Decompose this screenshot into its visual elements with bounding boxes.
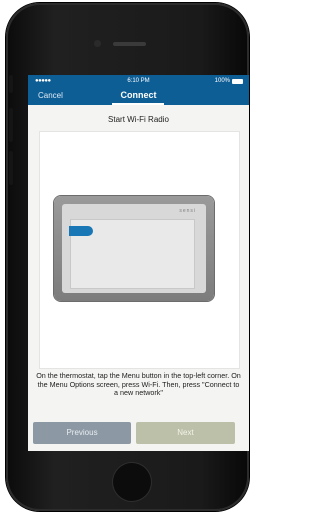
page-title: Connect	[120, 90, 157, 100]
thermostat-brand-logo: sensi	[179, 208, 196, 214]
volume-up-button	[9, 108, 13, 142]
instruction-text: On the thermostat, tap the Menu button i…	[36, 371, 241, 398]
front-camera	[94, 40, 101, 47]
app-screen: ●●●●● 6:10 PM 100% Cancel Connect Start …	[28, 75, 249, 451]
menu-button-highlight	[69, 226, 93, 236]
volume-down-button	[9, 151, 13, 185]
thermostat-display	[69, 219, 195, 289]
phone-frame: ●●●●● 6:10 PM 100% Cancel Connect Start …	[6, 3, 249, 511]
instruction-illustration: sensi	[39, 131, 240, 369]
next-button[interactable]: Next	[136, 422, 235, 444]
status-bar: ●●●●● 6:10 PM 100%	[28, 75, 249, 88]
battery-icon	[232, 79, 243, 84]
title-underline	[112, 103, 164, 105]
battery-percent: 100%	[214, 78, 230, 84]
thermostat-face: sensi	[62, 204, 206, 293]
mute-switch	[9, 75, 13, 93]
thermostat-image: sensi	[54, 196, 214, 301]
previous-button[interactable]: Previous	[33, 422, 131, 444]
earpiece-speaker	[113, 42, 146, 46]
step-title: Start Wi-Fi Radio	[108, 115, 169, 124]
home-button[interactable]	[113, 463, 151, 501]
